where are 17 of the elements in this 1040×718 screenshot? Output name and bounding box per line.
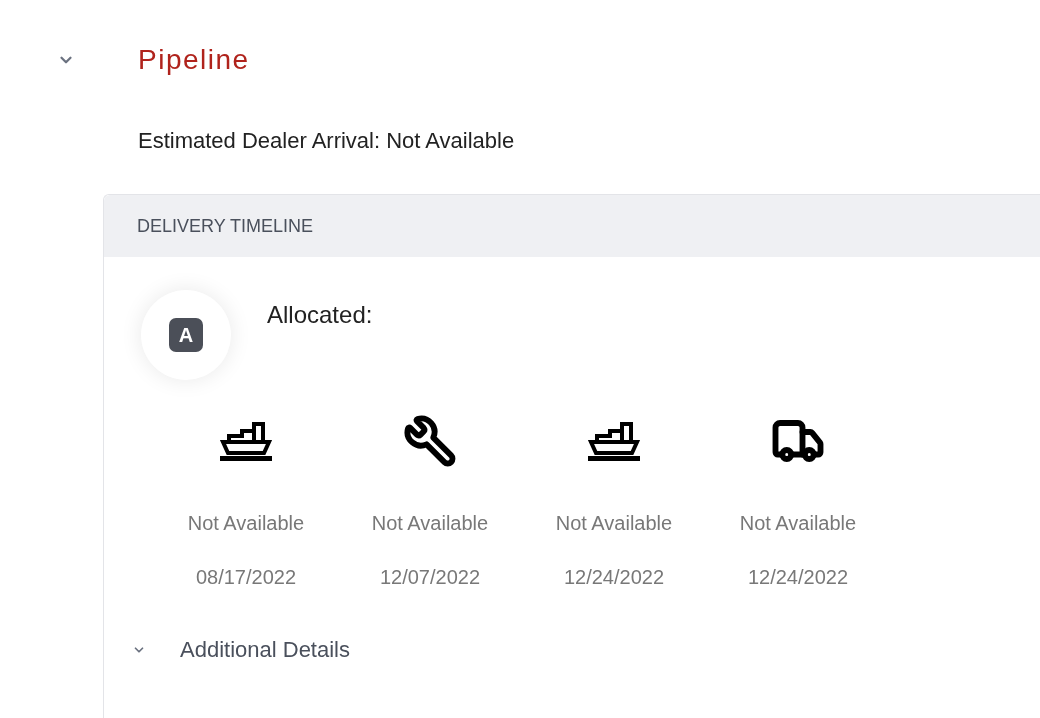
milestone-status: Not Available	[555, 511, 673, 535]
milestone-date: 08/17/2022	[195, 565, 297, 589]
milestone-date: 12/24/2022	[747, 565, 849, 589]
ship-icon	[588, 421, 640, 461]
additional-details-toggle[interactable]: Additional Details	[132, 636, 350, 664]
milestone-status: Not Available	[739, 511, 857, 535]
milestone-date: 12/07/2022	[379, 565, 481, 589]
milestone-status: Not Available	[371, 511, 489, 535]
ship-icon	[220, 421, 272, 461]
timeline-header: DELIVERY TIMELINE	[104, 195, 1040, 257]
status-label: Allocated:	[267, 300, 373, 330]
milestone-status: Not Available	[187, 511, 305, 535]
section-title: Pipeline	[138, 43, 250, 77]
status-badge: A	[169, 318, 203, 352]
wrench-icon	[403, 414, 457, 468]
milestone-date: 12/24/2022	[563, 565, 665, 589]
estimated-arrival-text: Estimated Dealer Arrival: Not Available	[138, 127, 515, 155]
